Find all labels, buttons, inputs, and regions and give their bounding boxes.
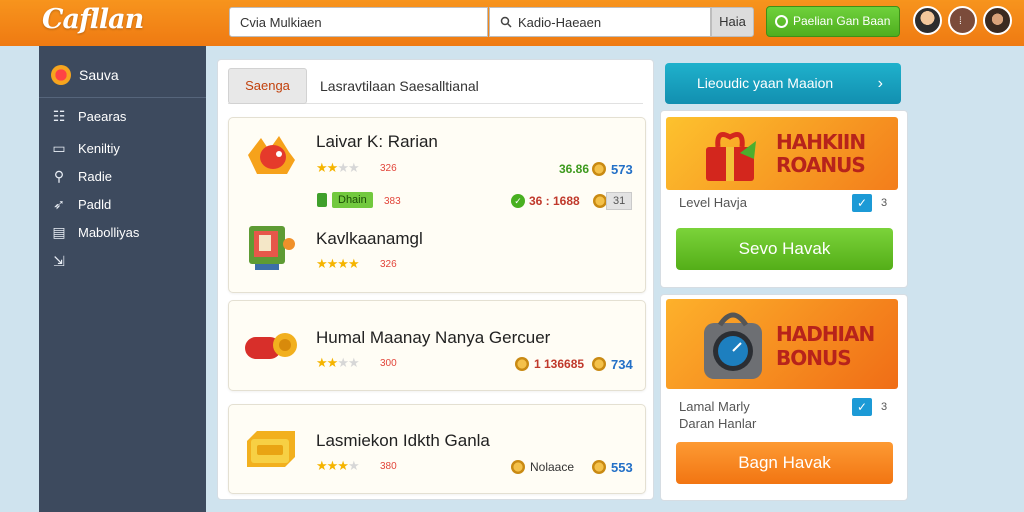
coin-value: 553 bbox=[611, 460, 633, 475]
brand-icon bbox=[51, 65, 71, 85]
rating-stars: ★★★★ bbox=[316, 458, 360, 473]
list-icon: ☷ bbox=[52, 108, 66, 124]
check-count: 3 bbox=[881, 401, 888, 413]
sidebar-brand[interactable]: Sauva bbox=[51, 65, 119, 85]
menu-avatar[interactable]: ⁞ bbox=[948, 6, 977, 35]
game-icon[interactable] bbox=[241, 427, 299, 473]
coin-icon bbox=[511, 460, 525, 474]
rating-count: 300 bbox=[380, 358, 397, 369]
game-icon[interactable] bbox=[243, 130, 297, 180]
exit-icon: ⇲ bbox=[53, 253, 65, 269]
price: Nolaace bbox=[530, 460, 575, 474]
sidebar-brand-label: Sauva bbox=[79, 67, 119, 83]
sidebar-item-label: Mabolliyas bbox=[78, 225, 140, 240]
tag-count: 383 bbox=[384, 196, 401, 207]
banner-line-1: HADHIAN bbox=[776, 322, 875, 346]
bonus-panel: HADHIAN BONUS Lamal Marly Daran Hanlar ✓… bbox=[660, 294, 908, 501]
status-badge: Dhain bbox=[332, 192, 373, 208]
sidebar-item-paearas[interactable]: ☷ Paearas bbox=[51, 108, 127, 125]
action-button[interactable]: Paelian Gan Baan bbox=[766, 6, 900, 37]
checkbox[interactable]: ✓ bbox=[852, 194, 872, 212]
monitor-icon: ▭ bbox=[52, 140, 66, 156]
game-icon[interactable] bbox=[241, 323, 299, 367]
checkbox[interactable]: ✓ bbox=[852, 398, 872, 416]
app-logo[interactable]: Cafllan bbox=[42, 4, 144, 35]
game-title[interactable]: Kavlkaanamgl bbox=[316, 229, 423, 249]
bonus-banner[interactable]: HADHIAN BONUS bbox=[666, 299, 898, 389]
dots-icon: ⁞ bbox=[959, 16, 962, 27]
card-icon: ▤ bbox=[52, 224, 66, 240]
rating-count: 326 bbox=[380, 163, 397, 174]
sidebar-item-mabolliyas[interactable]: ▤ Mabolliyas bbox=[51, 224, 139, 241]
sidebar-item-keniltiy[interactable]: ▭ Keniltiy bbox=[51, 140, 120, 157]
promo-button[interactable]: Lieoudic yaan Maaion › bbox=[665, 63, 901, 104]
bonus-text-line-2: Daran Hanlar bbox=[679, 416, 757, 431]
banner-line-2: ROANUS bbox=[776, 153, 866, 177]
search-input[interactable]: Cvia Mulkiaen bbox=[229, 7, 488, 37]
search-category-text: Kadio-Haeaen bbox=[518, 15, 602, 30]
rating-stars: ★★★★ bbox=[316, 355, 360, 370]
price-secondary: 36 : 1688 bbox=[529, 194, 580, 208]
price: 36.86 bbox=[559, 162, 590, 176]
tab-saenga[interactable]: Saenga bbox=[228, 68, 307, 104]
sidebar-item-exit[interactable]: ⇲ bbox=[51, 253, 78, 270]
bonus-banner[interactable]: HAHKIIN ROANUS bbox=[666, 117, 898, 190]
coin-icon bbox=[592, 460, 606, 474]
bonus-text: Level Havja bbox=[679, 195, 747, 210]
count-pill: 31 bbox=[606, 192, 633, 210]
game-card: Humal Maanay Nanya Gercuer ★★★★ 300 1 13… bbox=[228, 300, 646, 391]
sidebar-item-radie[interactable]: ⚲ Radie bbox=[51, 168, 112, 185]
coin-icon bbox=[592, 357, 606, 371]
save-button[interactable]: Sevo Havak bbox=[676, 228, 893, 270]
check-icon: ✓ bbox=[511, 194, 525, 208]
avatar[interactable] bbox=[913, 6, 942, 35]
claim-button[interactable]: Bagn Havak bbox=[676, 442, 893, 484]
coin-icon bbox=[593, 194, 607, 208]
top-bar: Cafllan Cvia Mulkiaen Kadio-Haeaen Haia … bbox=[0, 0, 1024, 46]
rating-stars: ★★★★ bbox=[316, 256, 360, 271]
sidebar-item-label: Paearas bbox=[78, 109, 127, 124]
coin-icon bbox=[592, 162, 606, 176]
sidebar-item-label: Padld bbox=[78, 197, 112, 212]
game-icon[interactable] bbox=[245, 220, 297, 274]
rating-stars: ★★★★ bbox=[316, 160, 360, 175]
check-count: 3 bbox=[881, 197, 888, 209]
banner-line-1: HAHKIIN bbox=[776, 130, 866, 154]
sidebar-item-label: Radie bbox=[78, 169, 112, 184]
sidebar-item-padld[interactable]: ➶ Padld bbox=[51, 196, 111, 213]
badge-icon bbox=[317, 193, 327, 207]
sidebar: Sauva ☷ Paearas ▭ Keniltiy ⚲ Radie ➶ Pad… bbox=[39, 46, 206, 512]
panel-title: Lasravtilaan Saesalltianal bbox=[320, 78, 479, 94]
search-category-input[interactable]: Kadio-Haeaen bbox=[489, 7, 711, 37]
refresh-icon bbox=[775, 15, 788, 28]
coin-value: 573 bbox=[611, 162, 633, 177]
action-button-label: Paelian Gan Baan bbox=[793, 14, 891, 28]
bonus-panel: HAHKIIN ROANUS Level Havja ✓ 3 Sevo Hava… bbox=[660, 110, 908, 288]
price: 1 136685 bbox=[534, 357, 585, 371]
game-card: Laivar K: Rarian ★★★★ 326 36.86 573 Dhai… bbox=[228, 117, 646, 293]
banner-line-2: BONUS bbox=[776, 346, 852, 370]
game-title[interactable]: Lasmiekon Idkth Ganla bbox=[316, 431, 490, 451]
game-title[interactable]: Humal Maanay Nanya Gercuer bbox=[316, 328, 550, 348]
panel-header: Saenga Lasravtilaan Saesalltianal bbox=[228, 68, 643, 104]
bonus-text-line-1: Lamal Marly bbox=[679, 399, 750, 414]
divider bbox=[39, 97, 206, 98]
game-card: Lasmiekon Idkth Ganla ★★★★ 380 Nolaace 5… bbox=[228, 404, 646, 494]
rating-count: 326 bbox=[380, 259, 397, 270]
gift-icon bbox=[706, 132, 756, 181]
rating-count: 380 bbox=[380, 461, 397, 472]
search-icon bbox=[500, 16, 512, 28]
promo-label: Lieoudic yaan Maaion bbox=[697, 75, 834, 91]
chevron-right-icon: › bbox=[877, 75, 883, 92]
pin-icon: ⚲ bbox=[53, 168, 65, 184]
timer-bag-icon bbox=[704, 312, 762, 379]
coin-icon bbox=[515, 357, 529, 371]
sidebar-item-label: Keniltiy bbox=[78, 141, 120, 156]
game-list-panel: Saenga Lasravtilaan Saesalltianal Laivar… bbox=[217, 59, 654, 500]
game-title[interactable]: Laivar K: Rarian bbox=[316, 132, 438, 152]
profile-avatar[interactable] bbox=[983, 6, 1012, 35]
coin-value: 734 bbox=[611, 357, 633, 372]
search-button[interactable]: Haia bbox=[711, 7, 754, 37]
rocket-icon: ➶ bbox=[53, 196, 65, 212]
